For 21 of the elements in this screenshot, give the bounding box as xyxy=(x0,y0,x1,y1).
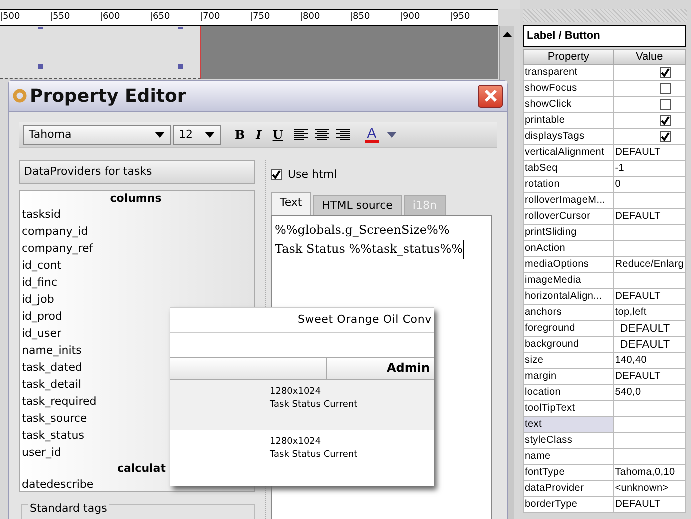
inspector-title: Label / Button xyxy=(523,25,686,47)
preview-title: Sweet Orange Oil Conv xyxy=(298,312,433,328)
group-heading: calculat xyxy=(116,461,166,476)
group-title: Standard tags xyxy=(28,502,110,515)
window-title: Property Editor xyxy=(30,86,188,106)
ruler-label: |850 xyxy=(350,11,372,24)
ruler-label: |500 xyxy=(0,11,22,24)
panel-header: DataProviders for tasks xyxy=(19,160,255,184)
ruler-label: |650 xyxy=(150,11,172,24)
ruler-label: |800 xyxy=(300,11,322,24)
ruler-label: |600 xyxy=(100,11,122,24)
ruler-label: |900 xyxy=(400,11,422,24)
checkbox-label: Use html xyxy=(288,168,338,180)
table-cell-text: 1280x1024 Task Status Current xyxy=(270,386,359,412)
ruler-label: |700 xyxy=(200,11,222,24)
group-heading: columns xyxy=(109,191,163,206)
ruler-label: |750 xyxy=(250,11,272,24)
ruler-label: |950 xyxy=(450,11,472,24)
table-cell-text: 1280x1024 Task Status Current xyxy=(270,436,359,462)
ruler-label: |550 xyxy=(50,11,72,24)
column-header: Admin xyxy=(386,360,431,377)
